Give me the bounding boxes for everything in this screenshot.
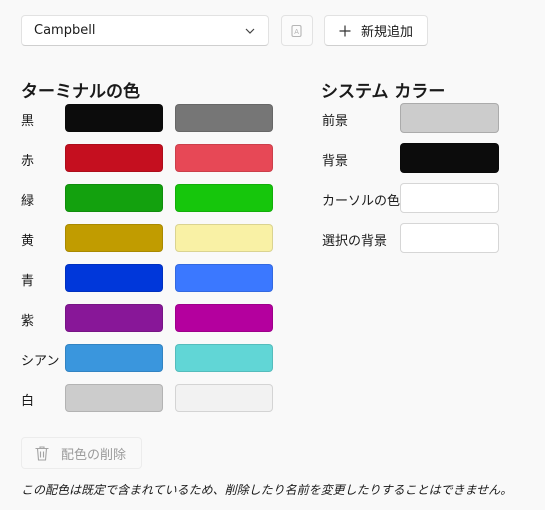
row-label-purple: 紫 [21, 314, 35, 329]
color-scheme-dropdown[interactable]: Campbell [21, 15, 269, 46]
swatch-bright-blue[interactable] [175, 264, 273, 292]
swatch-selection-background[interactable] [400, 223, 499, 253]
swatch-cursor-color[interactable] [400, 183, 499, 213]
row-label-yellow: 黄 [21, 234, 35, 249]
system-colors-heading: システム カラー [321, 82, 446, 102]
delete-scheme-button[interactable]: 配色の削除 [21, 437, 142, 469]
row-label-selection-background: 選択の背景 [322, 234, 388, 249]
add-new-label: 新規追加 [360, 25, 413, 40]
scheme-note: この配色は既定で含まれているため、削除したり名前を変更したりすることはできません… [21, 483, 513, 497]
row-label-cyan: シアン [21, 354, 60, 369]
swatch-bright-red[interactable] [175, 144, 273, 172]
swatch-white[interactable] [65, 384, 163, 412]
delete-scheme-label: 配色の削除 [61, 447, 127, 463]
swatch-green[interactable] [65, 184, 163, 212]
trash-icon [35, 446, 49, 461]
row-label-blue: 青 [21, 274, 35, 289]
swatch-black[interactable] [65, 104, 163, 132]
swatch-blue[interactable] [65, 264, 163, 292]
swatch-purple[interactable] [65, 304, 163, 332]
swatch-cyan[interactable] [65, 344, 163, 372]
swatch-red[interactable] [65, 144, 163, 172]
swatch-bright-green[interactable] [175, 184, 273, 212]
row-label-cursor-color: カーソルの色 [322, 194, 401, 209]
terminal-colors-heading: ターミナルの色 [21, 82, 140, 102]
chevron-down-icon [245, 28, 255, 34]
rename-button[interactable]: A [281, 15, 313, 46]
row-label-white: 白 [21, 394, 35, 409]
svg-text:A: A [294, 29, 299, 36]
row-label-background: 背景 [322, 154, 349, 169]
row-label-red: 赤 [21, 154, 35, 169]
swatch-bright-cyan[interactable] [175, 344, 273, 372]
add-new-button[interactable]: 新規追加 [324, 15, 428, 46]
swatch-bright-yellow[interactable] [175, 224, 273, 252]
row-label-foreground: 前景 [322, 114, 349, 129]
swatch-bright-black[interactable] [175, 104, 273, 132]
swatch-yellow[interactable] [65, 224, 163, 252]
plus-icon [339, 25, 351, 36]
row-label-black: 黒 [21, 114, 35, 129]
swatch-bright-purple[interactable] [175, 304, 273, 332]
row-label-green: 緑 [21, 194, 35, 209]
rename-icon: A [291, 24, 302, 37]
swatch-foreground[interactable] [400, 103, 499, 133]
swatch-background[interactable] [400, 143, 499, 173]
swatch-bright-white[interactable] [175, 384, 273, 412]
color-scheme-value: Campbell [34, 23, 96, 38]
